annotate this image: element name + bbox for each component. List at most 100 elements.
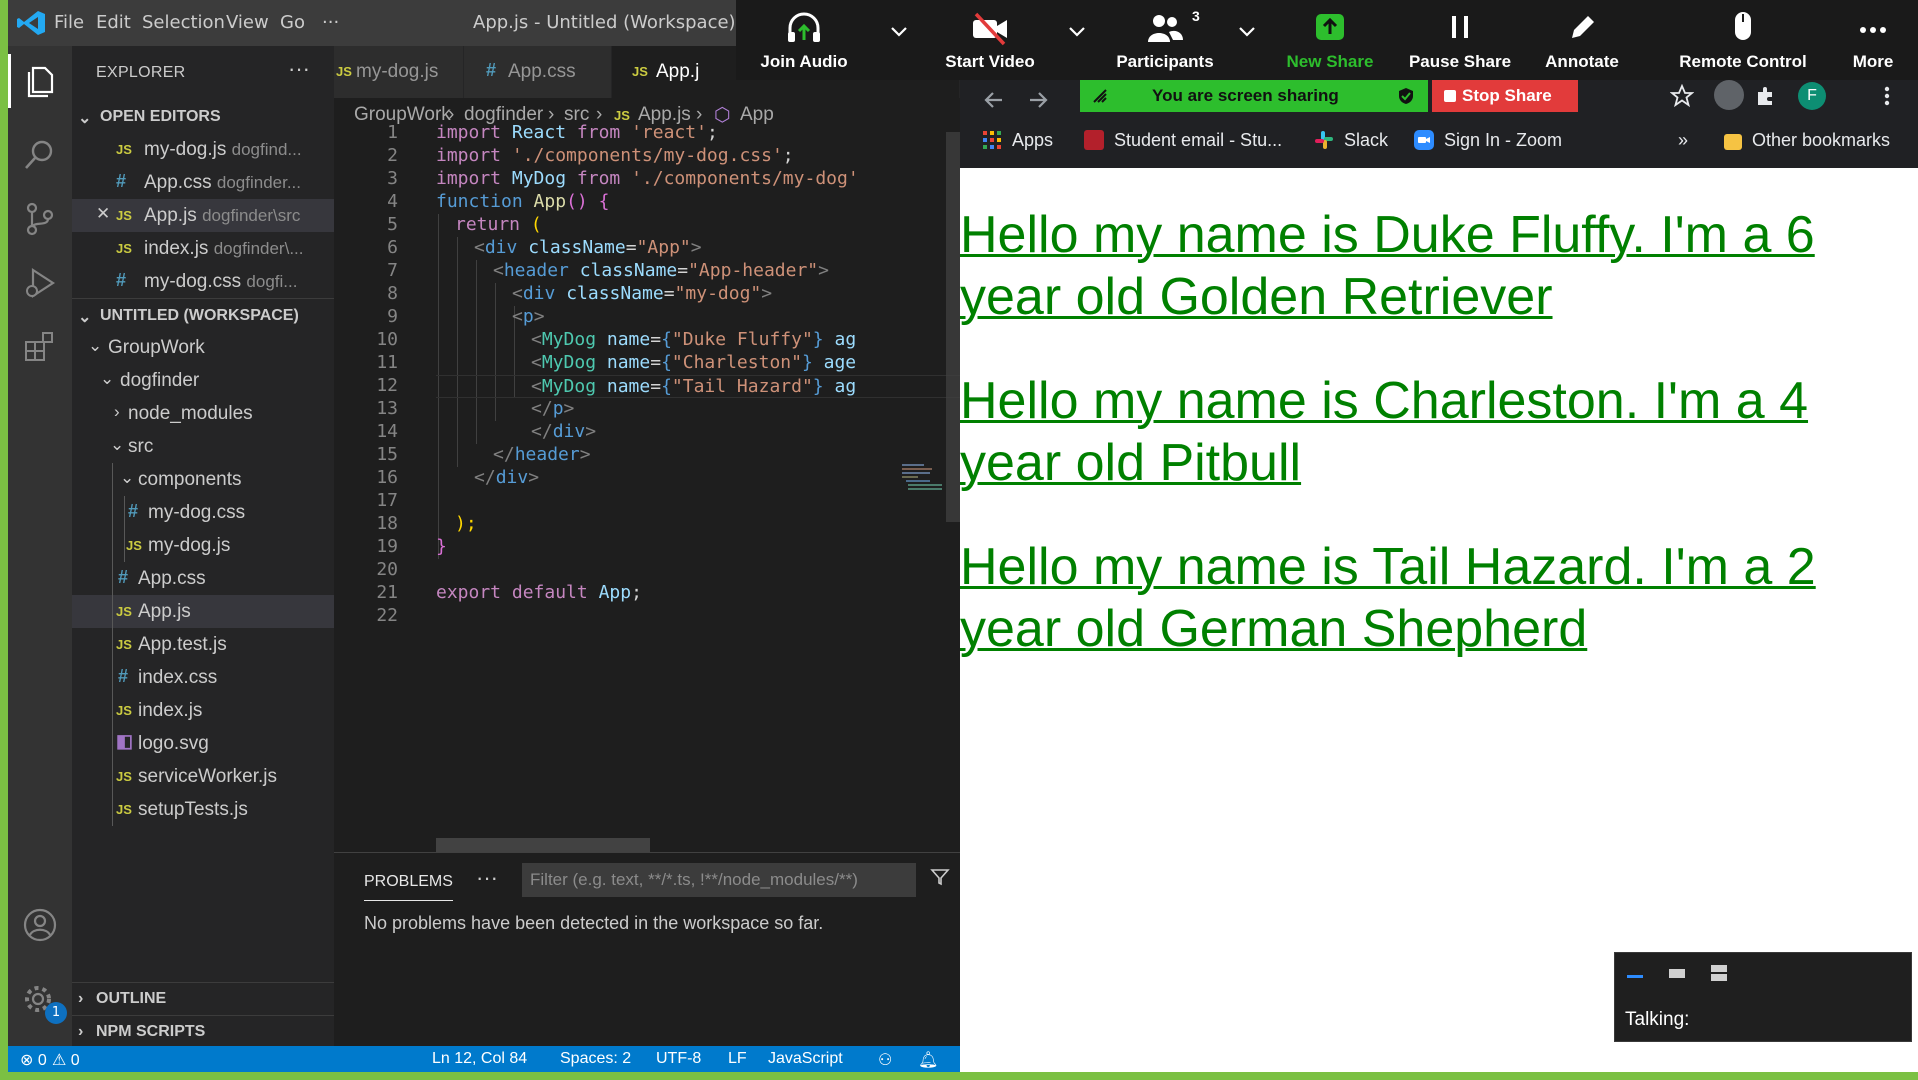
- puzzle-extensions-icon[interactable]: [1754, 84, 1778, 108]
- workspace-title: UNTITLED (WORKSPACE): [100, 307, 299, 324]
- bookmark-slack[interactable]: Slack: [1314, 130, 1388, 151]
- remote-control-label: Remote Control: [1679, 52, 1807, 71]
- more-button[interactable]: More: [1836, 0, 1910, 80]
- open-editor-item-active[interactable]: ✕ JS App.js dogfinder\src: [72, 199, 334, 232]
- file-name: App.css: [138, 568, 206, 589]
- line-number: 11: [376, 352, 398, 373]
- status-language[interactable]: JavaScript: [768, 1050, 843, 1068]
- js-file-icon: JS: [116, 241, 132, 256]
- notification-bell-icon[interactable]: 🔔︎: [918, 1050, 938, 1070]
- tab-my-dog-js[interactable]: JS my-dog.js: [334, 46, 464, 98]
- status-cursor-position[interactable]: Ln 12, Col 84: [432, 1050, 527, 1068]
- start-video-button[interactable]: Start Video: [930, 0, 1050, 80]
- code-editor[interactable]: 1 2 3 4 5 6 7 8 9 10 11 12 13 14 15 16 1…: [334, 122, 960, 852]
- js-file-icon: JS: [632, 64, 648, 79]
- tree-folder-groupwork[interactable]: ⌄ GroupWork: [72, 331, 334, 364]
- new-share-button[interactable]: New Share: [1270, 0, 1390, 80]
- bookmark-label: Slack: [1344, 130, 1389, 150]
- star-icon[interactable]: [1670, 84, 1694, 108]
- filter-icon[interactable]: [930, 867, 950, 887]
- open-editors-section[interactable]: ⌄ OPEN EDITORS: [72, 100, 334, 133]
- accounts-icon[interactable]: [21, 906, 59, 944]
- breadcrumb-item[interactable]: App: [740, 104, 774, 126]
- vertical-scrollbar[interactable]: [946, 132, 960, 522]
- bookmark-apps[interactable]: Apps: [982, 130, 1053, 151]
- panel-more-button[interactable]: ···: [476, 865, 498, 891]
- menu-view[interactable]: View: [226, 12, 269, 33]
- tab-problems[interactable]: PROBLEMS: [364, 873, 453, 901]
- join-audio-button[interactable]: Join Audio: [754, 0, 854, 80]
- profile-avatar[interactable]: F: [1798, 82, 1826, 110]
- annotate-label: Annotate: [1545, 52, 1619, 71]
- chevron-right-icon: ›: [78, 1023, 84, 1040]
- menu-edit[interactable]: Edit: [96, 12, 131, 33]
- open-editor-item[interactable]: JS index.js dogfinder\...: [72, 232, 334, 265]
- js-file-icon: JS: [116, 802, 132, 817]
- tab-app-css[interactable]: # App.css: [464, 46, 612, 98]
- status-errors[interactable]: ⊗ 0: [20, 1050, 47, 1070]
- drag-handle-icon[interactable]: [1090, 86, 1110, 106]
- menu-go[interactable]: Go: [280, 12, 305, 33]
- status-eol[interactable]: LF: [728, 1050, 747, 1068]
- chevron-down-icon[interactable]: [1068, 24, 1086, 38]
- code-line: </div>: [474, 467, 540, 488]
- open-editor-item[interactable]: # App.css dogfinder...: [72, 166, 334, 199]
- workspace-section[interactable]: ⌄ UNTITLED (WORKSPACE): [72, 298, 334, 331]
- run-debug-icon[interactable]: [21, 264, 59, 302]
- speaker-view-icon[interactable]: [1667, 963, 1687, 983]
- participants-button[interactable]: 3 Participants: [1100, 0, 1230, 80]
- horizontal-scrollbar[interactable]: [436, 838, 650, 852]
- remote-control-button[interactable]: Remote Control: [1668, 0, 1818, 80]
- back-arrow-icon[interactable]: [982, 84, 1006, 116]
- gallery-view-icon[interactable]: [1709, 963, 1729, 983]
- dog-link[interactable]: Hello my name is Tail Hazard. I'm a 2 ye…: [960, 536, 1918, 660]
- status-encoding[interactable]: UTF-8: [656, 1050, 701, 1068]
- outline-section[interactable]: › OUTLINE: [72, 982, 334, 1015]
- minimize-icon[interactable]: [1625, 963, 1645, 983]
- code-line: <MyDog name={"Duke Fluffy"} ag: [531, 329, 857, 350]
- line-number: 14: [376, 421, 398, 442]
- forward-arrow-icon[interactable]: [1026, 84, 1050, 116]
- search-icon[interactable]: [21, 136, 59, 174]
- extension-avatar-icon[interactable]: [1714, 80, 1744, 110]
- chrome-browser-chrome: You are screen sharing Stop Share F Apps…: [960, 80, 1918, 168]
- folder-name: components: [138, 469, 242, 490]
- video-off-icon: [973, 12, 1007, 46]
- explorer-icon[interactable]: [8, 54, 59, 108]
- settings-gear-icon[interactable]: 1: [21, 982, 67, 1024]
- stop-share-button[interactable]: Stop Share: [1432, 80, 1578, 112]
- code-line: </div>: [531, 421, 597, 442]
- tree-folder-dogfinder[interactable]: ⌄ dogfinder: [72, 364, 334, 397]
- minimap[interactable]: [900, 132, 950, 852]
- annotate-button[interactable]: Annotate: [1522, 0, 1642, 80]
- chrome-menu-icon[interactable]: [1880, 84, 1894, 108]
- headphones-icon: [788, 12, 820, 42]
- tree-folder-node-modules[interactable]: › node_modules: [72, 397, 334, 430]
- pause-share-button[interactable]: Pause Share: [1400, 0, 1520, 80]
- live-share-icon[interactable]: ⚇: [878, 1050, 892, 1070]
- dog-link[interactable]: Hello my name is Duke Fluffy. I'm a 6 ye…: [960, 204, 1918, 328]
- other-bookmarks-folder[interactable]: Other bookmarks: [1724, 130, 1890, 151]
- close-icon[interactable]: ✕: [96, 204, 110, 224]
- tree-folder-src[interactable]: ⌄ src: [72, 430, 334, 463]
- more-dots-icon: [1860, 27, 1886, 33]
- chevron-down-icon[interactable]: [1238, 24, 1256, 38]
- chevron-down-icon[interactable]: [890, 24, 908, 38]
- vscode-logo-icon: [17, 11, 45, 35]
- explorer-more-button[interactable]: ···: [288, 56, 310, 82]
- open-editor-item[interactable]: JS my-dog.js dogfind...: [72, 133, 334, 166]
- bookmark-student-email[interactable]: Student email - Stu...: [1084, 130, 1282, 151]
- menu-more[interactable]: ···: [322, 12, 339, 33]
- status-warnings[interactable]: ⚠ 0: [52, 1050, 80, 1070]
- more-bookmarks-button[interactable]: »: [1678, 130, 1688, 151]
- menu-file[interactable]: File: [54, 12, 84, 33]
- problems-filter-input[interactable]: Filter (e.g. text, **/*.ts, !**/node_mod…: [522, 863, 916, 897]
- bookmark-zoom-signin[interactable]: Sign In - Zoom: [1414, 130, 1562, 151]
- menu-selection[interactable]: Selection: [142, 12, 225, 33]
- dog-link[interactable]: Hello my name is Charleston. I'm a 4 yea…: [960, 370, 1918, 494]
- status-indentation[interactable]: Spaces: 2: [560, 1050, 631, 1068]
- extensions-icon[interactable]: [21, 328, 59, 366]
- source-control-icon[interactable]: [21, 200, 59, 238]
- npm-scripts-section[interactable]: › NPM SCRIPTS: [72, 1015, 334, 1046]
- open-editor-item[interactable]: # my-dog.css dogfi...: [72, 265, 334, 298]
